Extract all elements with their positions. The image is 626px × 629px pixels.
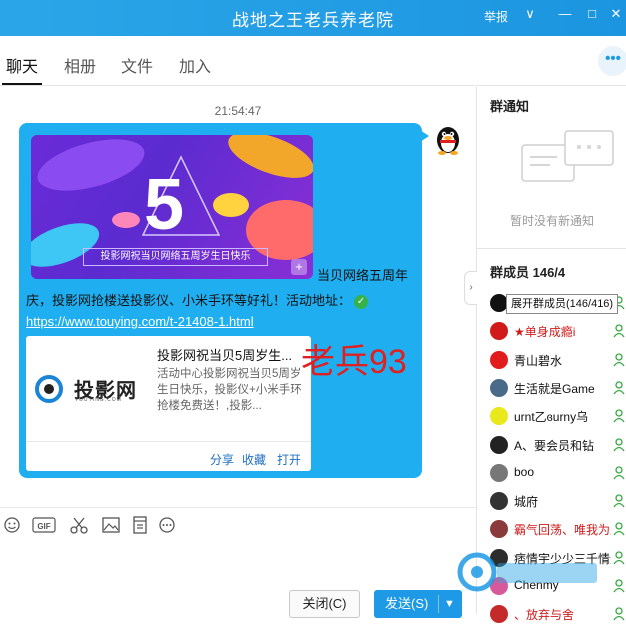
member-row[interactable]: Chenmy (477, 573, 626, 601)
member-avatar[interactable] (490, 605, 508, 624)
member-role-icon (613, 522, 625, 536)
member-role-icon (613, 466, 625, 480)
gif-icon[interactable]: GIF (32, 516, 56, 534)
member-avatar[interactable] (490, 435, 508, 454)
empty-notice-icon (521, 130, 614, 182)
member-avatar[interactable] (490, 492, 508, 511)
member-row[interactable]: urnt乙ɞurny乌 (477, 403, 626, 431)
member-row[interactable]: 青山碧水 (477, 347, 626, 375)
card-divider (26, 441, 311, 442)
link-preview-card[interactable]: 投影网 TOUYING.COM 投影网祝当贝5周岁生... 活动中心投影网祝当贝… (26, 336, 311, 471)
input-area[interactable]: GIF 关闭(C) 发送(S) ▼ (0, 507, 476, 618)
member-row[interactable]: boo (477, 460, 626, 488)
member-role-icon (613, 409, 625, 423)
card-description: 活动中心投影网祝当贝5周岁生日快乐，投影仪+小米手环抢楼免费送！,投影... (157, 368, 302, 412)
member-avatar[interactable] (490, 520, 508, 539)
expand-members-tooltip[interactable]: 展开群成员(146/416) (506, 294, 619, 314)
logo-subtext: TOUYING.COM (75, 397, 122, 403)
notice-empty-text: 暂时没有新通知 (509, 214, 594, 228)
logo-icon (35, 375, 63, 403)
report-link[interactable]: 举报 (484, 8, 508, 25)
member-role-icon (613, 437, 625, 451)
close-icon[interactable]: ✕ (607, 6, 625, 22)
touying-logo: 投影网 TOUYING.COM (34, 372, 146, 404)
more-options-button[interactable]: ••• (598, 46, 626, 76)
title-bar: 战地之王老兵养老院 举报 ∨ — □ ✕ (0, 0, 626, 36)
member-role-icon (613, 579, 625, 593)
members-title: 群成员 146/4 (490, 265, 566, 280)
member-name: 霸气回荡、唯我为王 (514, 523, 611, 538)
tab-bar: 聊天 相册 文件 加入 ••• (0, 36, 626, 86)
member-role-icon (613, 381, 625, 395)
message-timestamp: 21:54:47 (214, 104, 262, 118)
tab-join[interactable]: 加入 (179, 53, 211, 77)
member-role-icon (613, 352, 625, 366)
message-text-line-2: 庆，投影网抢楼送投影仪、小米手环等好礼！活动地址： ✓ (26, 290, 369, 309)
member-avatar[interactable] (490, 378, 508, 397)
chat-area: 21:54:47 5 投影网祝当贝网络五周岁生日快乐 + 当贝网络五周年 庆，投… (0, 87, 476, 507)
member-role-icon (613, 494, 625, 508)
emoji-icon[interactable] (2, 516, 22, 534)
chevron-down-icon[interactable]: ∨ (521, 6, 539, 22)
verified-check-icon: ✓ (354, 294, 369, 309)
card-title: 投影网祝当贝5周岁生... (157, 348, 293, 363)
image-icon[interactable] (101, 516, 121, 534)
member-name: boo (514, 464, 535, 479)
member-avatar[interactable] (490, 350, 508, 369)
activity-link[interactable]: https://www.touying.com/t-21408-1.html (26, 314, 254, 329)
member-name: A、要会员和钻 (514, 438, 595, 453)
tab-files[interactable]: 文件 (121, 53, 153, 77)
scissors-icon[interactable] (69, 516, 89, 534)
member-avatar[interactable] (490, 548, 508, 567)
gif-icon-label: GIF (37, 522, 50, 531)
member-name: 青山碧水 (514, 353, 563, 368)
expand-image-icon[interactable]: + (291, 259, 307, 275)
active-tab-indicator (2, 83, 42, 85)
banner-image[interactable]: 5 投影网祝当贝网络五周岁生日快乐 + (31, 135, 313, 279)
message-text-line-2-text: 庆，投影网抢楼送投影仪、小米手环等好礼！活动地址： (26, 293, 352, 308)
member-avatar[interactable] (490, 463, 508, 482)
member-row[interactable]: 生活就是Game (477, 375, 626, 403)
member-row[interactable]: A、要会员和钻 (477, 432, 626, 460)
member-name: Chenmy (514, 578, 559, 592)
right-panel: 群通知 暂时没有新通知 群成员 146/4 › 展开群成员(146/416) ★… (464, 87, 626, 624)
member-avatar[interactable] (490, 322, 508, 341)
member-row[interactable]: 城府 (477, 488, 626, 516)
member-name: urnt乙ɞurny乌 (514, 410, 589, 425)
message-text-line-1: 当贝网络五周年 (317, 268, 409, 283)
send-button-separator (438, 595, 439, 613)
member-avatar[interactable] (490, 577, 508, 595)
member-row[interactable]: 霸气回荡、唯我为王 (477, 516, 626, 544)
banner-number: 5 (144, 165, 184, 245)
banner-caption: 投影网祝当贝网络五周岁生日快乐 (83, 248, 268, 266)
card-share-button[interactable]: 分享 (210, 451, 234, 468)
member-name: 痞情宇少少三千情无 (514, 551, 611, 566)
notice-title: 群通知 (490, 99, 530, 114)
member-row[interactable]: 、放弃与舍 (477, 601, 626, 629)
document-icon[interactable] (130, 516, 150, 534)
bubble-tail (420, 130, 429, 142)
maximize-icon[interactable]: □ (583, 6, 601, 21)
member-role-icon (613, 324, 625, 338)
member-row[interactable]: 痞情宇少少三千情无 (477, 545, 626, 573)
member-row[interactable]: ★单身成瘾i (477, 318, 626, 346)
member-role-icon (613, 607, 625, 621)
more-icon[interactable] (157, 516, 177, 534)
member-avatar[interactable] (490, 407, 508, 426)
sender-avatar[interactable] (432, 123, 464, 155)
tab-album[interactable]: 相册 (64, 53, 96, 77)
member-name: 生活就是Game (514, 381, 595, 396)
panel-collapse-chevron-icon[interactable]: › (464, 271, 477, 305)
members-header: 群成员 146/4 (477, 248, 626, 288)
member-name: ★单身成瘾i (514, 325, 576, 340)
minimize-icon[interactable]: — (556, 6, 574, 21)
tab-chat[interactable]: 聊天 (6, 53, 38, 77)
member-name: 、放弃与舍 (514, 608, 575, 623)
card-open-button[interactable]: 打开 (277, 451, 301, 468)
card-favorite-button[interactable]: 收藏 (242, 451, 266, 468)
member-role-icon (613, 551, 625, 565)
message-bubble: 5 投影网祝当贝网络五周岁生日快乐 + 当贝网络五周年 庆，投影网抢楼送投影仪、… (19, 123, 422, 478)
member-name: 城府 (514, 495, 539, 510)
overlay-annotation: 老兵93 (301, 343, 407, 381)
